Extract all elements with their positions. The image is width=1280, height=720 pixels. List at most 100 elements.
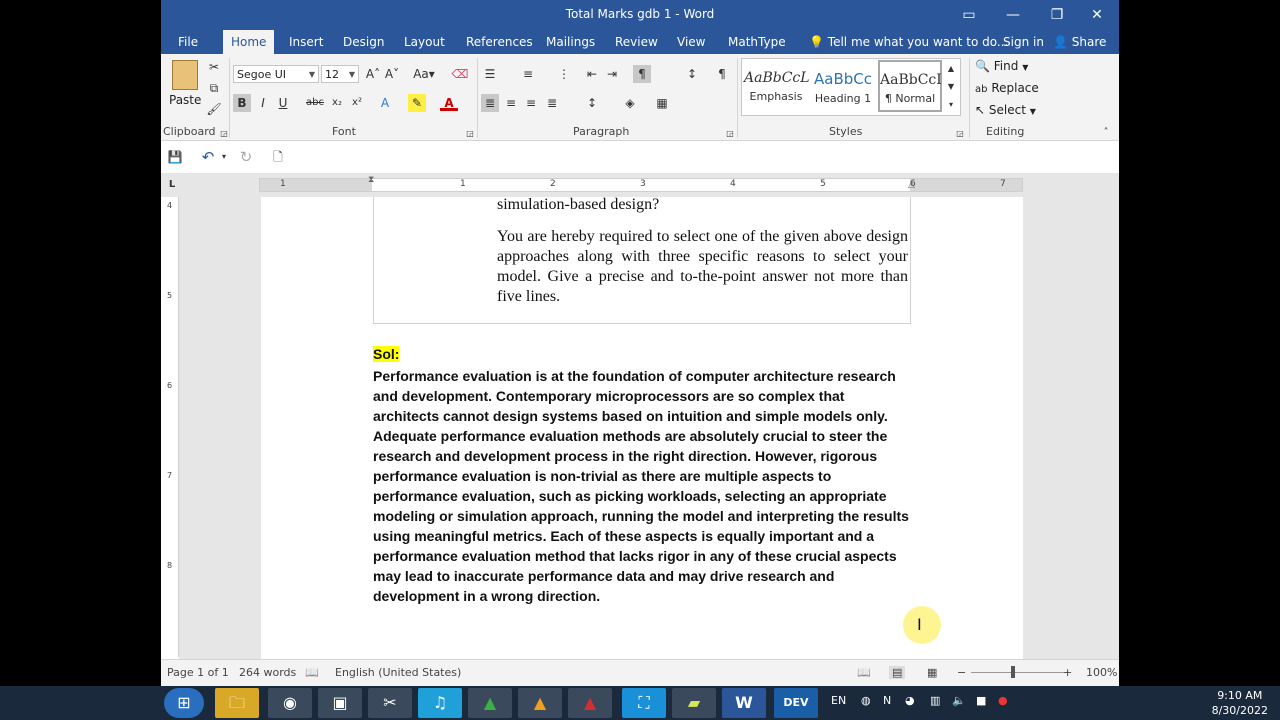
styles-scroll-down-icon[interactable]: ▼ (945, 78, 957, 96)
show-formatting-icon[interactable]: ¶ (713, 65, 731, 83)
styles-more-icon[interactable]: ▾ (945, 96, 957, 114)
clear-formatting-icon[interactable]: ⌫ (451, 65, 469, 83)
file-explorer-icon[interactable]: 🗀 (215, 688, 259, 718)
page-count[interactable]: Page 1 of 1 (167, 666, 229, 679)
shrink-font-icon[interactable]: A˅ (383, 65, 401, 83)
cut-icon[interactable]: ✂ (205, 58, 223, 76)
copy-icon[interactable]: ⧉ (205, 79, 223, 97)
tab-review[interactable]: Review (607, 30, 666, 54)
style-heading-1[interactable]: AaBbCc Heading 1 (811, 60, 875, 112)
web-layout-icon[interactable]: ▦ (927, 666, 937, 679)
tray-onenote-icon[interactable]: N (883, 694, 891, 707)
horizontal-ruler[interactable]: 1 1 2 3 4 5 6 7 ⧗ △ (259, 175, 1023, 192)
close-button[interactable]: ✕ (1075, 0, 1119, 30)
sort-icon[interactable]: ↕ (683, 65, 701, 83)
tray-network-icon[interactable]: ▥ (930, 694, 940, 707)
find-button[interactable]: 🔍 Find ▼ (975, 59, 1028, 73)
zoom-slider-thumb[interactable] (1011, 666, 1015, 678)
align-right-icon[interactable]: ≡ (522, 94, 540, 112)
notes-app-icon[interactable]: ▰ (672, 688, 716, 718)
tab-home[interactable]: Home (223, 30, 275, 54)
tab-references[interactable]: References (458, 30, 541, 54)
right-indent-marker-icon[interactable]: △ (908, 180, 915, 190)
select-button[interactable]: ↖ Select ▼ (975, 103, 1036, 117)
tab-design[interactable]: Design (335, 30, 392, 54)
justify-icon[interactable]: ≣ (543, 94, 561, 112)
change-case-icon[interactable]: Aa▾ (411, 65, 437, 83)
undo-dropdown-icon[interactable]: ▾ (215, 148, 233, 166)
tab-selector-icon[interactable]: L (163, 176, 181, 194)
dev-app-icon[interactable]: DEV (774, 688, 818, 718)
text-direction-icon[interactable]: ¶ (633, 65, 651, 83)
share-button[interactable]: 👤 Share (1045, 30, 1114, 54)
format-painter-icon[interactable]: 🖌 (205, 100, 223, 118)
green-app-icon[interactable]: ▲ (468, 688, 512, 718)
underline-button[interactable]: U (274, 94, 292, 112)
align-left-icon[interactable]: ≣ (481, 94, 499, 112)
increase-indent-icon[interactable]: ⇥ (603, 65, 621, 83)
vertical-ruler[interactable]: 4 5 6 7 8 (166, 197, 179, 657)
word-taskbar-icon[interactable]: W (722, 688, 766, 718)
redo-icon[interactable]: ↻ (237, 148, 255, 166)
tab-file[interactable]: File (170, 30, 206, 54)
replace-button[interactable]: ab Replace (975, 81, 1039, 95)
zoom-level[interactable]: 100% (1086, 666, 1117, 679)
font-name-combo[interactable]: Segoe UI ▼ (233, 65, 319, 83)
tray-stop-icon[interactable]: ■ (976, 694, 986, 707)
grow-font-icon[interactable]: A˄ (364, 65, 382, 83)
font-color-icon[interactable]: A (440, 94, 458, 111)
tray-wechat-icon[interactable]: ◕ (905, 694, 915, 707)
strikethrough-button[interactable]: abc (306, 94, 324, 112)
minimize-button[interactable]: — (991, 0, 1035, 30)
style-emphasis[interactable]: AaBbCcL Emphasis (744, 60, 810, 112)
text-effects-icon[interactable]: A (376, 94, 394, 112)
align-center-icon[interactable]: ≡ (502, 94, 520, 112)
music-app-icon[interactable]: ♫ (418, 688, 462, 718)
italic-button[interactable]: I (254, 94, 272, 112)
new-document-icon[interactable]: 🗋 (269, 148, 287, 166)
subscript-button[interactable]: x₂ (328, 94, 346, 112)
chrome-icon[interactable]: ◉ (268, 688, 312, 718)
save-icon[interactable]: 💾 (166, 148, 184, 166)
start-button[interactable]: ⊞ (164, 688, 204, 718)
camera-app-icon[interactable]: ▣ (318, 688, 362, 718)
shading-icon[interactable]: ◈ (621, 94, 639, 112)
decrease-indent-icon[interactable]: ⇤ (583, 65, 601, 83)
proofing-icon[interactable]: 📖 (305, 666, 319, 679)
zoom-slider[interactable] (971, 672, 1067, 673)
language-status[interactable]: English (United States) (335, 666, 461, 679)
style-normal[interactable]: AaBbCcI ¶ Normal (878, 60, 942, 112)
tray-volume-icon[interactable]: 🔈 (952, 694, 966, 707)
bullets-icon[interactable]: ☰ (481, 65, 499, 83)
paste-button[interactable]: Paste (169, 60, 201, 116)
superscript-button[interactable]: x² (348, 94, 366, 112)
numbering-icon[interactable]: ≡ (519, 65, 537, 83)
tray-record-icon[interactable]: ● (998, 694, 1008, 707)
collapse-ribbon-icon[interactable]: ˄ (1097, 124, 1115, 142)
read-mode-icon[interactable]: 📖 (857, 666, 871, 679)
font-size-combo[interactable]: 12 ▼ (321, 65, 359, 83)
red-app-icon[interactable]: ▲ (568, 688, 612, 718)
multilevel-list-icon[interactable]: ⋮ (555, 65, 573, 83)
tell-me-box[interactable]: 💡 Tell me what you want to do... (801, 30, 1016, 54)
line-spacing-icon[interactable]: ↕ (583, 94, 601, 112)
document-page[interactable]: simulation-based design? You are hereby … (261, 196, 1023, 659)
bold-button[interactable]: B (233, 94, 251, 112)
tray-globe-icon[interactable]: ◍ (861, 694, 871, 707)
word-count[interactable]: 264 words (239, 666, 296, 679)
ribbon-display-options-button[interactable]: ▭ (947, 0, 991, 30)
styles-scroll-up-icon[interactable]: ▲ (945, 60, 957, 78)
highlight-color-icon[interactable]: ✎ (408, 94, 426, 112)
tab-view[interactable]: View (669, 30, 713, 54)
print-layout-icon[interactable]: ▤ (889, 666, 906, 679)
zoom-out-icon[interactable]: − (957, 666, 966, 679)
restore-button[interactable]: ❐ (1035, 0, 1079, 30)
tab-mailings[interactable]: Mailings (538, 30, 603, 54)
indent-marker-icon[interactable]: ⧗ (368, 175, 374, 185)
zoom-in-icon[interactable]: + (1063, 666, 1072, 679)
capture-app-icon[interactable]: ⛶ (622, 688, 666, 718)
tab-layout[interactable]: Layout (396, 30, 453, 54)
language-indicator[interactable]: EN (831, 694, 846, 707)
sign-in-link[interactable]: Sign in (995, 30, 1052, 54)
snipping-tool-icon[interactable]: ✂ (368, 688, 412, 718)
